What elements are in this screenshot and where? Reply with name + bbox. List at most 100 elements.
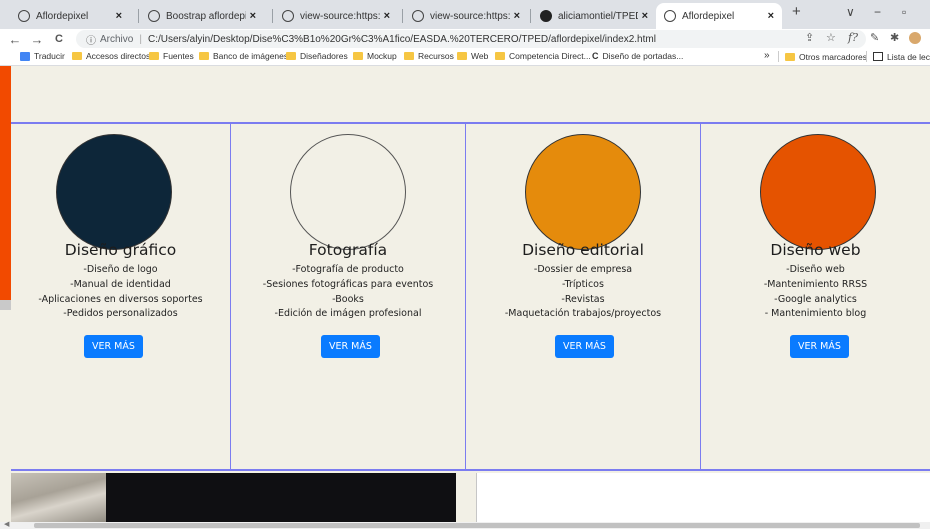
folder-icon <box>199 52 209 60</box>
service-items: -Diseño web -Mantenimiento RRSS -Google … <box>701 263 930 322</box>
service-circle <box>290 134 406 250</box>
tab-search-icon[interactable]: ∨ <box>846 5 855 19</box>
close-tab-icon[interactable]: × <box>514 10 520 22</box>
bookmark-label: Mockup <box>367 51 397 61</box>
reload-icon[interactable]: C <box>52 33 66 45</box>
tab-title: Aflordepixel <box>682 10 735 22</box>
horizontal-scrollbar[interactable]: ◀ <box>0 520 930 529</box>
other-bookmarks-label: Otros marcadores <box>799 51 868 62</box>
browser-toolbar: ← → C ⓘ Archivo | C:/Users/alyin/Desktop… <box>0 29 930 49</box>
globe-icon <box>282 10 294 22</box>
service-item: -Fotografía de producto <box>292 264 404 275</box>
github-icon <box>540 10 552 22</box>
back-arrow-icon[interactable]: ← <box>8 32 22 47</box>
bookmark-accesos-directos[interactable]: Accesos directos <box>72 51 150 61</box>
reading-list[interactable]: Lista de lectu <box>866 51 930 62</box>
bookmark-label: Traducir <box>34 51 65 61</box>
bookmark-mockup[interactable]: Mockup <box>353 51 397 61</box>
tab-aflordepixel-active[interactable]: Aflordepixel × <box>656 3 782 29</box>
service-item: -Manual de identidad <box>70 278 171 290</box>
tab-title: aliciamontiel/TPED1: El Git <box>558 10 638 22</box>
close-tab-icon[interactable]: × <box>642 10 648 22</box>
tab-aflordepixel-1[interactable]: Aflordepixel × <box>10 3 130 29</box>
address-bar[interactable]: ⓘ Archivo | C:/Users/alyin/Desktop/Dise%… <box>76 30 866 48</box>
globe-icon <box>148 10 160 22</box>
tab-view-source-2[interactable]: view-source:https://aliciam × <box>404 3 528 29</box>
bookmark-disenadores[interactable]: Diseñadores <box>286 51 348 61</box>
close-tab-icon[interactable]: × <box>768 10 774 22</box>
close-tab-icon[interactable]: × <box>116 10 122 22</box>
gray-accent-strip <box>0 300 11 310</box>
service-item: -Dossier de empresa <box>533 264 633 275</box>
ver-mas-button[interactable]: VER MÁS <box>84 335 143 358</box>
service-item: -Edición de imágen profesional <box>274 308 422 320</box>
extensions-icon[interactable]: ✱ <box>890 31 899 44</box>
scroll-left-arrow-icon[interactable]: ◀ <box>4 520 9 528</box>
forward-arrow-icon[interactable]: → <box>30 32 44 47</box>
info-icon[interactable]: ⓘ <box>86 32 96 47</box>
service-item: -Trípticos <box>562 278 604 290</box>
reading-list-label: Lista de lectu <box>887 51 930 62</box>
service-item: -Mantenimiento RRSS <box>763 278 868 290</box>
service-title: Diseño editorial <box>522 241 644 259</box>
bookmark-diseno-portadas[interactable]: C Diseño de portadas... <box>592 51 683 61</box>
star-icon[interactable]: ☆ <box>826 31 836 44</box>
bookmark-label: Accesos directos <box>86 51 151 61</box>
bookmarks-overflow[interactable]: » <box>764 50 770 61</box>
service-title: Diseño web <box>770 241 861 259</box>
address-separator: | <box>139 33 142 45</box>
restore-icon[interactable]: ▫ <box>902 5 906 19</box>
folder-icon <box>149 52 159 60</box>
scrollbar-thumb[interactable] <box>34 523 920 528</box>
tab-bootstrap[interactable]: Boostrap aflordepixel × <box>140 3 264 29</box>
close-tab-icon[interactable]: × <box>384 10 390 22</box>
share-icon[interactable]: ⇪ <box>805 31 814 44</box>
globe-icon <box>664 10 676 22</box>
service-item: -Revistas <box>561 293 605 305</box>
service-circle <box>525 134 641 250</box>
bookmark-label: Competencia Direct... <box>509 51 591 61</box>
service-card-diseno-grafico: Diseño gráfico -Diseño de logo -Manual d… <box>11 123 230 471</box>
tab-title: Aflordepixel <box>36 10 89 22</box>
service-items: -Diseño de logo -Manual de identidad -Ap… <box>11 263 230 322</box>
bookmark-competencia[interactable]: Competencia Direct... <box>495 51 591 61</box>
bookmark-traducir[interactable]: Traducir <box>20 51 65 61</box>
url-text[interactable]: C:/Users/alyin/Desktop/Dise%C3%B1o%20Gr%… <box>148 34 656 45</box>
globe-icon <box>18 10 30 22</box>
tab-title: view-source:https://aliciam <box>430 10 510 22</box>
close-tab-icon[interactable]: × <box>250 10 256 22</box>
ver-mas-button[interactable]: VER MÁS <box>790 335 849 358</box>
tab-github[interactable]: aliciamontiel/TPED1: El Git × <box>532 3 656 29</box>
folder-icon <box>353 52 363 60</box>
tab-separator <box>272 9 273 23</box>
gallery-image-blank <box>476 473 930 523</box>
ver-mas-button[interactable]: VER MÁS <box>555 335 614 358</box>
other-bookmarks[interactable]: Otros marcadores <box>778 51 867 62</box>
service-card-diseno-editorial: Diseño editorial -Dossier de empresa -Tr… <box>466 123 700 471</box>
bookmark-divider <box>866 51 867 62</box>
bookmark-label: Web <box>471 51 489 61</box>
new-tab-button[interactable]: + <box>792 3 801 20</box>
service-circle <box>56 134 172 250</box>
tab-view-source-1[interactable]: view-source:https://aliciam × <box>274 3 398 29</box>
service-item: - Mantenimiento blog <box>764 308 867 320</box>
font-icon[interactable]: f? <box>848 31 858 44</box>
minimize-icon[interactable]: − <box>874 5 881 19</box>
bookmark-web[interactable]: Web <box>457 51 488 61</box>
service-title: Diseño gráfico <box>64 241 177 259</box>
bookmark-label: Diseñadores <box>300 51 348 61</box>
profile-avatar[interactable] <box>909 32 921 44</box>
tab-separator <box>138 9 139 23</box>
c-icon: C <box>592 51 599 61</box>
translate-icon <box>20 51 30 61</box>
folder-icon <box>495 52 505 60</box>
ver-mas-button[interactable]: VER MÁS <box>321 335 380 358</box>
folder-icon <box>785 52 795 61</box>
service-item: -Diseño web <box>786 264 845 275</box>
service-items: -Fotografía de producto -Sesiones fotogr… <box>231 263 465 322</box>
pen-icon[interactable]: ✎ <box>870 31 879 44</box>
bookmark-fuentes[interactable]: Fuentes <box>149 51 194 61</box>
bookmark-banco-imagenes[interactable]: Banco de imágenes <box>199 51 288 61</box>
service-title: Fotografía <box>308 241 388 259</box>
bookmark-recursos[interactable]: Recursos <box>404 51 454 61</box>
